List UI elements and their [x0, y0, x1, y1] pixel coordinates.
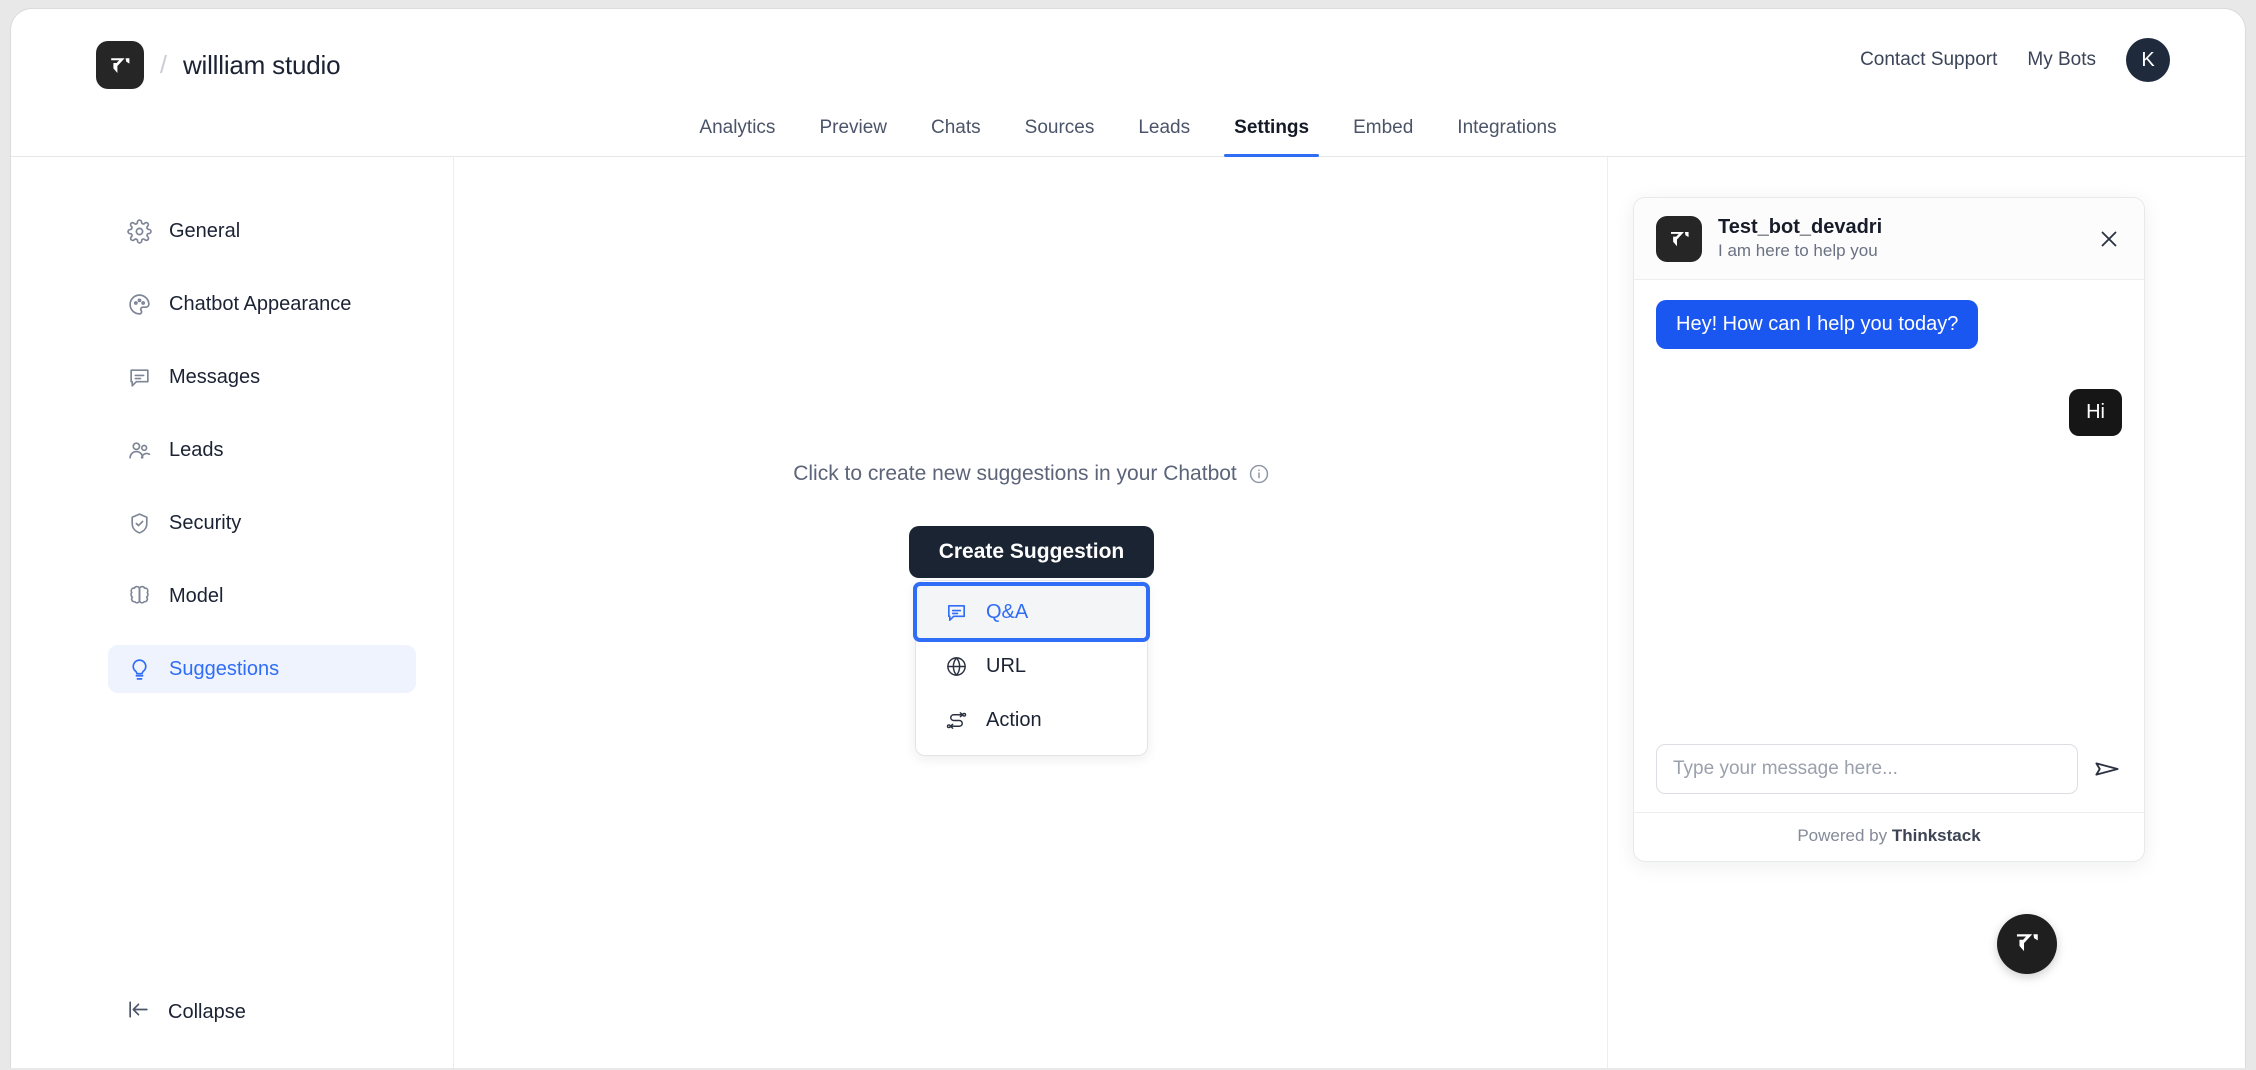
lightbulb-icon — [126, 656, 152, 682]
message-bubble: Hey! How can I help you today? — [1656, 300, 1979, 349]
chat-preview-column: Test_bot_devadri I am here to help you H… — [1609, 157, 2245, 1068]
palette-icon — [126, 291, 152, 317]
tab-leads[interactable]: Leads — [1116, 113, 1212, 157]
info-circle-icon[interactable] — [1248, 463, 1270, 485]
workflow-icon — [944, 708, 968, 732]
chat-launcher-button[interactable] — [1997, 914, 2057, 974]
sidebar-item-label: Chatbot Appearance — [169, 292, 352, 315]
create-suggestion-button[interactable]: Create Suggestion — [908, 526, 1155, 578]
header-actions: Contact Support My Bots K — [1860, 38, 2170, 82]
app-window: / willliam studio Contact Support My Bot… — [10, 8, 2246, 1068]
thinkstack-logo-icon — [1656, 215, 1702, 262]
sidebar-item-chatbot-appearance[interactable]: Chatbot Appearance — [108, 280, 416, 328]
dropdown-item-label: Action — [986, 708, 1042, 731]
tab-settings[interactable]: Settings — [1212, 113, 1331, 157]
settings-sidebar: General Chatbot Appearance Messages Lead… — [11, 157, 454, 1068]
chat-message-input[interactable] — [1656, 744, 2078, 794]
send-icon[interactable] — [2092, 754, 2122, 784]
collapse-left-icon — [126, 997, 151, 1027]
brand-area[interactable]: / willliam studio — [96, 41, 341, 89]
user-avatar[interactable]: K — [2126, 38, 2170, 82]
top-header-bar: / willliam studio Contact Support My Bot… — [11, 9, 2245, 109]
contact-support-link[interactable]: Contact Support — [1860, 49, 1997, 71]
thinkstack-logo-icon — [2011, 926, 2043, 963]
powered-by-prefix: Powered by — [1797, 826, 1892, 845]
gear-icon — [126, 218, 152, 244]
sidebar-item-label: Leads — [169, 438, 224, 461]
message-icon — [944, 600, 968, 624]
chat-message-list: Hey! How can I help you today? Hi — [1634, 280, 2144, 730]
chat-widget-footer: Powered by Thinkstack — [1634, 812, 2144, 861]
sidebar-item-label: Suggestions — [169, 657, 280, 680]
main-content-area: Click to create new suggestions in your … — [455, 157, 1608, 1068]
tab-preview[interactable]: Preview — [797, 113, 909, 157]
close-icon[interactable] — [2096, 226, 2122, 252]
suggestion-type-dropdown: Q&A URL Action — [913, 580, 1150, 756]
thinkstack-logo-icon — [96, 41, 144, 89]
sidebar-item-model[interactable]: Model — [108, 572, 416, 620]
suggestions-hint: Click to create new suggestions in your … — [793, 462, 1270, 486]
workspace-name: willliam studio — [182, 49, 341, 80]
dropdown-item-label: Q&A — [986, 600, 1029, 623]
message-bubble: Hi — [2069, 389, 2122, 436]
sidebar-item-label: Model — [169, 584, 224, 607]
sidebar-item-label: General — [169, 219, 241, 242]
tab-sources[interactable]: Sources — [1003, 113, 1117, 157]
users-icon — [126, 437, 152, 463]
bot-name: Test_bot_devadri — [1718, 215, 1883, 238]
suggestions-empty-state: Click to create new suggestions in your … — [455, 462, 1608, 756]
my-bots-link[interactable]: My Bots — [2027, 49, 2096, 71]
dropdown-item-label: URL — [986, 654, 1027, 677]
tab-embed[interactable]: Embed — [1331, 113, 1435, 157]
chat-message-bot: Hey! How can I help you today? — [1656, 300, 2122, 349]
chat-message-user: Hi — [1656, 389, 2122, 436]
sidebar-item-leads[interactable]: Leads — [108, 426, 416, 474]
page-body: General Chatbot Appearance Messages Lead… — [11, 157, 2245, 1068]
tab-integrations[interactable]: Integrations — [1435, 113, 1578, 157]
dropdown-item-qa[interactable]: Q&A — [913, 582, 1150, 642]
breadcrumb-separator: / — [160, 50, 167, 79]
message-icon — [126, 364, 152, 390]
main-nav-tabs: Analytics Preview Chats Sources Leads Se… — [11, 113, 2245, 157]
sidebar-items: General Chatbot Appearance Messages Lead… — [108, 207, 416, 718]
tab-analytics[interactable]: Analytics — [677, 113, 797, 157]
sidebar-item-messages[interactable]: Messages — [108, 353, 416, 401]
collapse-label: Collapse — [168, 1000, 246, 1023]
dropdown-item-action[interactable]: Action — [916, 693, 1147, 747]
chat-widget-identity: Test_bot_devadri I am here to help you — [1718, 215, 1882, 262]
globe-icon — [944, 654, 968, 678]
sidebar-item-general[interactable]: General — [108, 207, 416, 255]
sidebar-item-label: Security — [169, 511, 242, 534]
sidebar-item-label: Messages — [169, 365, 261, 388]
dropdown-item-url[interactable]: URL — [916, 639, 1147, 693]
sidebar-collapse-button[interactable]: Collapse — [126, 997, 246, 1027]
chat-input-row — [1634, 730, 2144, 812]
sidebar-item-suggestions[interactable]: Suggestions — [108, 645, 416, 693]
powered-by-brand: Thinkstack — [1891, 826, 1981, 845]
bot-tagline: I am here to help you — [1718, 240, 1878, 260]
sidebar-item-security[interactable]: Security — [108, 499, 416, 547]
hint-text: Click to create new suggestions in your … — [793, 462, 1237, 485]
brain-icon — [126, 583, 152, 609]
chat-widget-header: Test_bot_devadri I am here to help you — [1634, 198, 2144, 280]
tab-chats[interactable]: Chats — [909, 113, 1003, 157]
chat-widget: Test_bot_devadri I am here to help you H… — [1633, 197, 2145, 862]
shield-check-icon — [126, 510, 152, 536]
